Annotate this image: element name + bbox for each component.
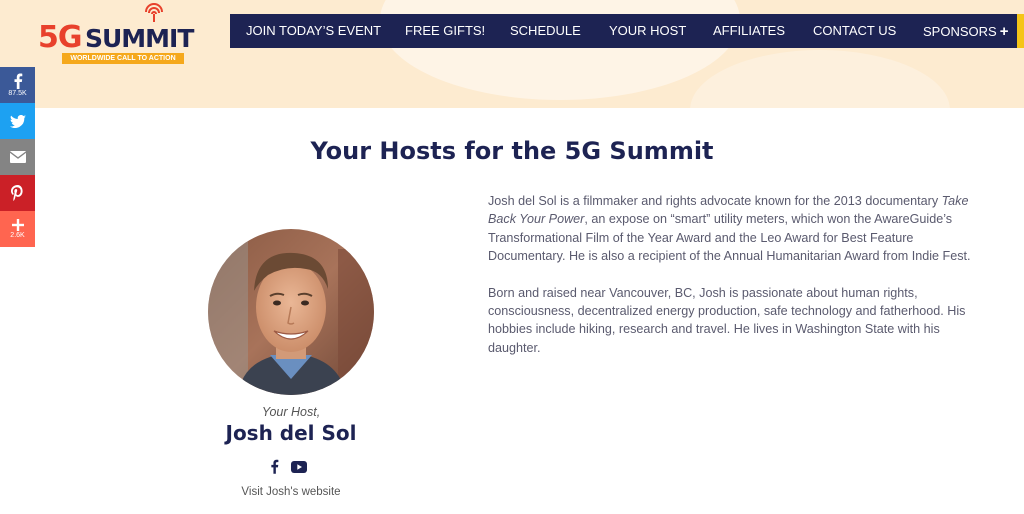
- host-avatar: [208, 229, 374, 395]
- share-pinterest-button[interactable]: [0, 175, 35, 211]
- logo-summit: SUMMIT: [85, 24, 194, 53]
- share-facebook-button[interactable]: 87.5K: [0, 67, 35, 103]
- nav-affiliates[interactable]: AFFILIATES: [713, 23, 785, 38]
- share-more-button[interactable]: 2.6K: [0, 211, 35, 247]
- nav-your-host[interactable]: YOUR HOST: [609, 23, 686, 38]
- logo-5g: 5G: [38, 20, 82, 55]
- signal-icon: [145, 3, 163, 22]
- nav-edge-accent: [1017, 14, 1024, 48]
- site-logo[interactable]: 5G SUMMIT WORLDWIDE CALL TO ACTION: [38, 2, 194, 66]
- facebook-icon: [14, 73, 22, 89]
- plus-icon: +: [999, 23, 1009, 40]
- twitter-icon: [9, 114, 26, 128]
- plus-icon: [11, 218, 24, 231]
- nav-schedule[interactable]: SCHEDULE: [510, 23, 581, 38]
- facebook-share-count: 87.5K: [8, 89, 27, 97]
- header-decoration: [690, 50, 950, 108]
- host-youtube-link[interactable]: [291, 460, 307, 478]
- main-nav: JOIN TODAY’S EVENT FREE GIFTS! SCHEDULE …: [230, 14, 1018, 48]
- host-photo: [208, 229, 374, 395]
- youtube-icon: [291, 461, 307, 473]
- nav-join-todays-event[interactable]: JOIN TODAY’S EVENT: [246, 23, 381, 38]
- bio-p1-start: Josh del Sol is a filmmaker and rights a…: [488, 194, 942, 208]
- host-name: Josh del Sol: [225, 421, 357, 445]
- host-website-link[interactable]: Visit Josh's website: [190, 486, 392, 498]
- page-title: Your Hosts for the 5G Summit: [310, 137, 714, 165]
- host-bio: Josh del Sol is a filmmaker and rights a…: [488, 192, 978, 375]
- logo-tagline: WORLDWIDE CALL TO ACTION: [62, 53, 184, 64]
- bio-paragraph-2: Born and raised near Vancouver, BC, Josh…: [488, 285, 966, 355]
- host-caption: Your Host,: [261, 405, 321, 419]
- host-facebook-link[interactable]: [270, 459, 279, 479]
- nav-sponsors[interactable]: SPONSORS +: [923, 23, 1008, 40]
- nav-sponsors-label: SPONSORS: [923, 24, 997, 39]
- pinterest-icon: [11, 185, 23, 201]
- share-twitter-button[interactable]: [0, 103, 35, 139]
- nav-free-gifts[interactable]: FREE GIFTS!: [405, 23, 485, 38]
- bio-paragraph-1: Josh del Sol is a filmmaker and rights a…: [488, 192, 978, 266]
- facebook-icon: [271, 459, 279, 474]
- nav-contact-us[interactable]: CONTACT US: [813, 23, 896, 38]
- more-share-count: 2.6K: [10, 231, 25, 239]
- host-social-links: [270, 459, 307, 479]
